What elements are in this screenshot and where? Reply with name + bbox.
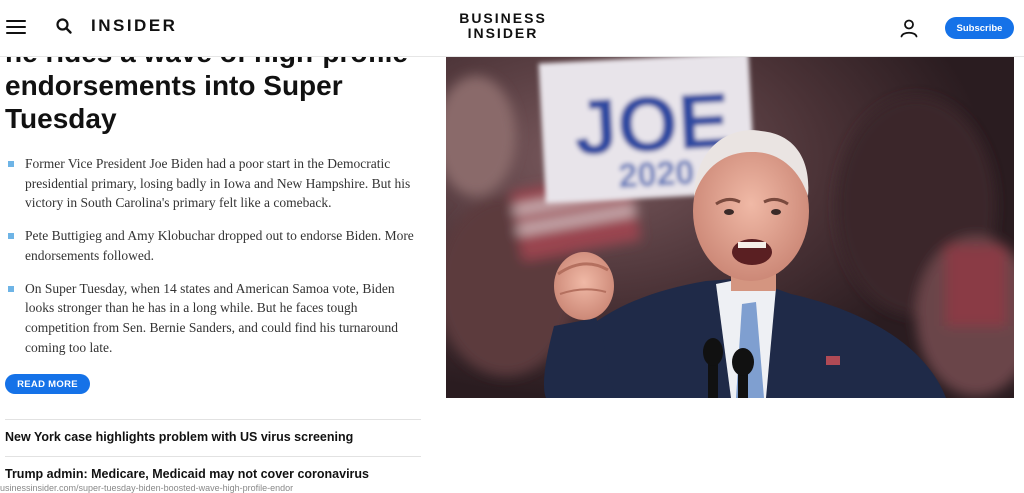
business-insider-logo[interactable]: BUSINESS INSIDER [452, 11, 554, 41]
summary-bullet: Former Vice President Joe Biden had a po… [7, 154, 419, 213]
search-icon[interactable] [55, 17, 73, 35]
sign-subtext: 2020 [618, 154, 696, 196]
user-icon[interactable] [899, 18, 919, 38]
brand-logo-line2: INSIDER [467, 25, 539, 41]
divider [5, 419, 421, 420]
bullet-text: Pete Buttigieg and Amy Klobuchar dropped… [25, 228, 414, 263]
bullet-marker-icon [8, 233, 14, 240]
hamburger-menu-icon[interactable] [6, 18, 26, 34]
status-bar-url: usinessinsider.com/super-tuesday-biden-b… [0, 483, 294, 493]
divider [5, 456, 421, 457]
brand-logo-line1: BUSINESS [459, 10, 547, 26]
subscribe-button[interactable]: Subscribe [945, 17, 1014, 39]
story-link[interactable]: Trump admin: Medicare, Medicaid may not … [5, 467, 369, 481]
site-header: INSIDER BUSINESS INSIDER Subscribe [0, 0, 1024, 57]
summary-bullets: Former Vice President Joe Biden had a po… [7, 154, 419, 370]
read-more-button[interactable]: READ MORE [5, 374, 90, 394]
bullet-text: On Super Tuesday, when 14 states and Ame… [25, 280, 399, 355]
summary-bullet: On Super Tuesday, when 14 states and Ame… [7, 279, 419, 358]
bullet-text: Former Vice President Joe Biden had a po… [25, 156, 411, 211]
bullet-marker-icon [8, 285, 14, 292]
story-link[interactable]: New York case highlights problem with US… [5, 430, 353, 444]
bullet-marker-icon [8, 161, 14, 167]
insider-section-logo[interactable]: INSIDER [91, 16, 177, 36]
article-photo[interactable]: JOE 2020 [446, 56, 1014, 398]
summary-bullet: Pete Buttigieg and Amy Klobuchar dropped… [7, 226, 419, 265]
